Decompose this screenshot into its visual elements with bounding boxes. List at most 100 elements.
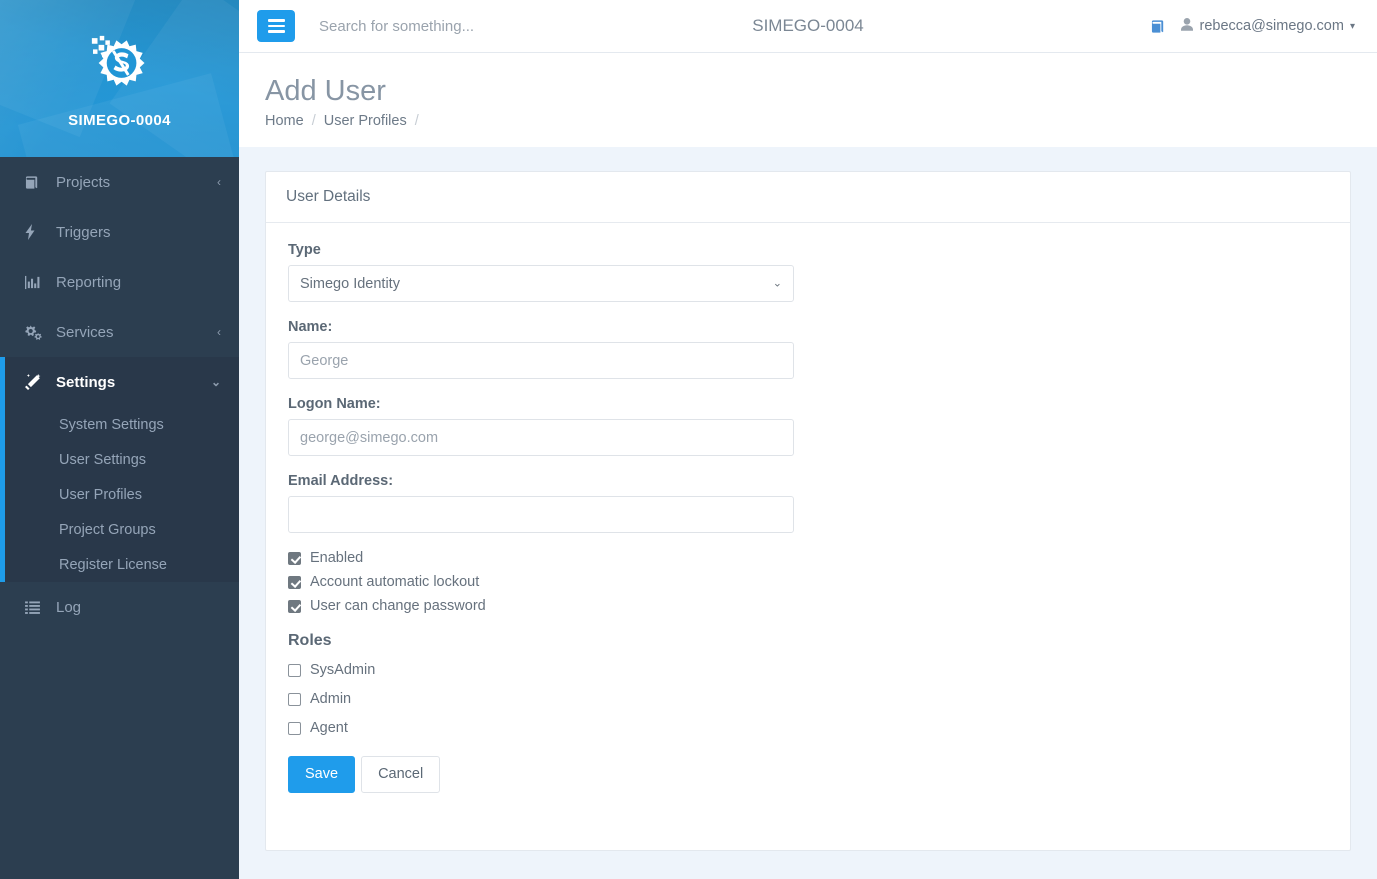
checkbox-label: Admin [310, 691, 352, 708]
topbar-right: rebecca@simego.com ▾ [1150, 17, 1355, 35]
user-menu[interactable]: rebecca@simego.com ▾ [1181, 17, 1355, 35]
chevron-down-icon: ▾ [1349, 20, 1355, 32]
checkbox-row-user-can-change-password[interactable]: User can change password [288, 598, 1328, 614]
sidebar-subitem-user-settings[interactable]: User Settings [0, 442, 239, 477]
checkbox-row-agent[interactable]: Agent [288, 720, 1328, 736]
sidebar-nav: Projects ‹ Triggers Reporting Services ‹… [0, 157, 239, 407]
sidebar-subitem-label: User Profiles [59, 486, 142, 503]
logon-name-input[interactable] [288, 419, 794, 457]
checkbox-label: SysAdmin [310, 662, 376, 679]
user-email: rebecca@simego.com [1199, 18, 1344, 34]
name-field-group: Name: [288, 319, 1328, 380]
checkbox-account-automatic-lockout[interactable] [288, 575, 301, 589]
hamburger-bar [267, 19, 285, 22]
sidebar-subitem-project-groups[interactable]: Project Groups [0, 512, 239, 547]
content-area: User Details Type Simego Identity ⌄ Name… [239, 147, 1377, 879]
checkbox-label: User can change password [310, 598, 486, 615]
name-label: Name: [288, 319, 333, 336]
main-area: SIMEGO-0004 rebecca@simego.com ▾ Add Use… [239, 0, 1377, 879]
checkbox-sysadmin[interactable] [288, 663, 301, 677]
hamburger-bar [267, 30, 285, 33]
sidebar-subitem-system-settings[interactable]: System Settings [0, 407, 239, 442]
sidebar-item-projects[interactable]: Projects ‹ [0, 157, 239, 207]
breadcrumb-item-user-profiles[interactable]: User Profiles [324, 113, 407, 129]
breadcrumb: Home / User Profiles / [265, 113, 1377, 147]
card-body: Type Simego Identity ⌄ Name: Lo [266, 223, 1350, 812]
logon-name-field-group: Logon Name: [288, 396, 1328, 457]
chevron-down-icon: ⌄ [210, 375, 221, 389]
checkbox-label: Enabled [310, 550, 364, 567]
list-icon [25, 600, 47, 614]
sidebar-submenu-settings: System Settings User Settings User Profi… [0, 407, 239, 582]
type-select-wrapper: Simego Identity ⌄ [288, 265, 794, 303]
sidebar-item-label: Projects [56, 173, 111, 191]
chevron-left-icon: ‹ [217, 325, 221, 339]
sidebar-item-triggers[interactable]: Triggers [0, 207, 239, 257]
checkbox-enabled[interactable] [288, 551, 301, 565]
hamburger-bar [267, 24, 285, 28]
type-select[interactable]: Simego Identity [288, 265, 794, 303]
name-input[interactable] [288, 342, 794, 380]
sidebar-item-reporting[interactable]: Reporting [0, 257, 239, 307]
sidebar-item-label: Triggers [56, 223, 111, 241]
cancel-button[interactable]: Cancel [361, 756, 441, 794]
checkbox-admin[interactable] [288, 692, 301, 706]
sidebar-nav-footer: Log [0, 582, 239, 632]
email-label: Email Address: [288, 473, 394, 490]
sidebar: SIMEGO-0004 Projects ‹ Triggers Reportin… [0, 0, 239, 879]
book-icon [25, 175, 47, 190]
search-input[interactable] [317, 16, 647, 36]
checkbox-label: Account automatic lockout [310, 574, 480, 591]
breadcrumb-item-home[interactable]: Home [265, 113, 304, 129]
sidebar-item-label: Services [56, 323, 114, 341]
magic-wand-icon [25, 374, 47, 390]
gear-s-logo-icon [91, 35, 145, 86]
sidebar-item-services[interactable]: Services ‹ [0, 307, 239, 357]
page-header: Add User Home / User Profiles / [239, 53, 1377, 148]
checkbox-user-can-change-password[interactable] [288, 599, 301, 613]
app-root: SIMEGO-0004 Projects ‹ Triggers Reportin… [0, 0, 1377, 879]
roles-title: Roles [288, 632, 332, 650]
sidebar-subitem-label: System Settings [59, 416, 164, 433]
bolt-icon [25, 224, 47, 240]
checkbox-row-admin[interactable]: Admin [288, 691, 1328, 707]
checkbox-row-account-automatic-lockout[interactable]: Account automatic lockout [288, 574, 1328, 590]
checkbox-agent[interactable] [288, 721, 301, 735]
roles-group: SysAdmin Admin Agent [288, 662, 1328, 736]
user-icon [1181, 17, 1194, 35]
checkbox-label: Agent [310, 720, 348, 737]
chevron-left-icon: ‹ [217, 175, 221, 189]
sidebar-item-settings[interactable]: Settings ⌄ [0, 357, 239, 407]
sidebar-item-log[interactable]: Log [0, 582, 239, 632]
sidebar-subitem-label: Project Groups [59, 521, 156, 538]
sidebar-item-label: Reporting [56, 273, 122, 291]
sidebar-subitem-label: Register License [59, 556, 167, 573]
sidebar-subitem-label: User Settings [59, 451, 147, 468]
hamburger-icon[interactable] [257, 10, 295, 42]
sidebar-item-label: Log [56, 598, 82, 616]
checkbox-row-sysadmin[interactable]: SysAdmin [288, 662, 1328, 678]
options-group: Enabled Account automatic lockout User c… [288, 550, 1328, 614]
sidebar-item-label: Settings [56, 373, 116, 391]
card-header: User Details [266, 172, 1350, 224]
type-field-group: Type Simego Identity ⌄ [288, 242, 1328, 303]
brand-header[interactable]: SIMEGO-0004 [0, 0, 239, 157]
bar-chart-icon [25, 275, 47, 290]
checkbox-row-enabled[interactable]: Enabled [288, 550, 1328, 566]
email-input[interactable] [288, 496, 794, 534]
sidebar-subitem-user-profiles[interactable]: User Profiles [0, 477, 239, 512]
email-field-group: Email Address: [288, 473, 1328, 534]
save-button[interactable]: Save [288, 756, 356, 794]
page-title: Add User [265, 75, 386, 107]
breadcrumb-separator: / [414, 113, 419, 130]
breadcrumb-separator: / [311, 113, 316, 130]
sidebar-subitem-register-license[interactable]: Register License [0, 547, 239, 582]
topbar: SIMEGO-0004 rebecca@simego.com ▾ [239, 0, 1377, 53]
form-actions: Save Cancel [288, 756, 1328, 794]
user-details-card: User Details Type Simego Identity ⌄ Name… [265, 171, 1351, 852]
cogs-icon [25, 325, 47, 340]
logon-name-label: Logon Name: [288, 396, 381, 413]
brand-name: SIMEGO-0004 [68, 112, 171, 129]
type-label: Type [288, 242, 321, 259]
book-icon[interactable] [1150, 19, 1167, 34]
